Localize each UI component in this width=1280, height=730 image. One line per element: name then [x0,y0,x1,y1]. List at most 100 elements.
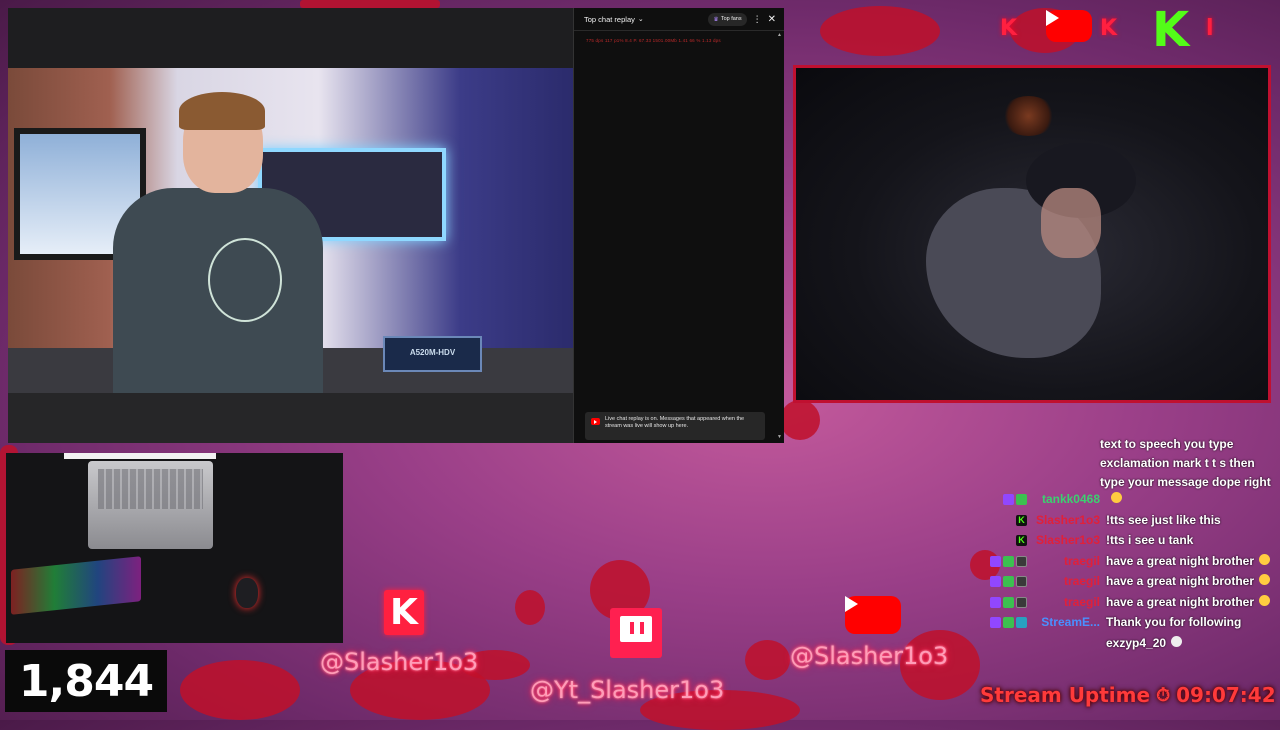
chat-message-text: !tts see just like this [1106,512,1221,527]
kick-icon-small: K [1000,16,1018,41]
stream-chat-overlay: text to speech you type exclamation mark… [985,435,1277,656]
presenter-hair [179,92,265,130]
top-fans-label: Top fans [720,16,742,22]
chat-replay-header: Top chat replay ⌄ ♛ Top fans ⋮ ✕ [574,8,784,31]
check-badge-icon [1003,576,1014,587]
room-webcam [793,65,1271,403]
kick-logo: K [384,590,424,635]
skull-emote-icon [1171,635,1183,647]
chat-username[interactable]: Slasher1o3 [1030,513,1100,527]
notice-text: Live chat replay is on. Messages that ap… [605,416,745,429]
chat-replay-panel: Top chat replay ⌄ ♛ Top fans ⋮ ✕ 775 dps… [573,8,784,443]
chat-message: Slasher1o3 !tts see just like this [985,513,1277,534]
kick-icon-small-3: l [1206,16,1214,41]
chat-message-text: have a great night brother [1106,594,1255,609]
youtube-icon [591,418,600,425]
chat-badges [985,533,1027,546]
mute-badge-icon [1016,596,1027,608]
main-video-player[interactable]: A520M-HDV [8,8,573,443]
chat-message-text: Thank you for following [1106,615,1242,629]
motherboard-box: A520M-HDV [383,336,482,372]
chat-message: StreamE... Thank you for following [985,615,1277,636]
chat-badges [985,492,1027,505]
chat-message: traegil have a great night brother [985,594,1277,616]
chat-message: exzyp4_20 [985,635,1277,657]
twitch-handle: @Yt_Slasher1o3 [530,676,725,704]
mute-badge-icon [1016,555,1027,567]
mute-badge-icon [1016,576,1027,587]
tts-message-line-2: exclamation mark t t s then [1100,456,1255,470]
light-strip [64,453,216,459]
chat-message-text: have a great night brother [1106,574,1255,588]
chat-message: tankk0468 [985,492,1277,513]
top-fans-button[interactable]: ♛ Top fans [708,12,747,26]
kick-handle: @Slasher1o3 [320,648,479,676]
youtube-handle: @Slasher1o3 [790,642,949,670]
check-badge-icon [1016,494,1027,505]
stream-uptime: Stream Uptime ⏱ 09:07:42 [980,683,1276,707]
check-badge-icon [1003,617,1014,628]
twitch-badge-icon [990,576,1001,587]
viewer-count: 1,844 [18,655,154,707]
twitch-badge-icon [1003,494,1014,505]
leg [1041,188,1101,258]
chat-mode-dropdown[interactable]: Top chat replay ⌄ [584,15,644,24]
gaming-mouse [236,578,258,608]
chat-message-text: exzyp4_20 [1106,635,1167,650]
chat-badges [985,574,1027,587]
uptime-time: 09:07:42 [1176,683,1276,707]
chat-message-text: !tts i see u tank [1106,533,1194,547]
smile-emote-icon [1259,594,1271,606]
youtube-logo [845,596,901,634]
close-icon[interactable]: ✕ [768,14,776,25]
viewer-counter: 1,844 [5,650,167,712]
scroll-down-arrow[interactable]: ▼ [777,434,782,440]
chat-badges [985,615,1027,628]
scroll-up-arrow[interactable]: ▲ [777,32,782,38]
wall-art [1001,96,1056,136]
laptop [88,461,213,549]
twitch-logo [610,608,662,658]
timer-icon: ⏱ [1156,684,1171,706]
check-badge-icon [1003,596,1014,608]
chat-username[interactable]: traegil [1030,595,1100,609]
chat-badges [985,595,1027,608]
chat-username[interactable]: traegil [1030,574,1100,588]
more-options-icon[interactable]: ⋮ [753,14,762,25]
chat-message: Slasher1o3 !tts i see u tank [985,533,1277,554]
chat-message: traegil have a great night brother [985,574,1277,595]
chat-replay-notice: Live chat replay is on. Messages that ap… [585,412,765,440]
kick-icon-small-2: K [1100,16,1118,41]
shirt-graphic [208,238,282,322]
chat-badges [985,513,1027,526]
kick-logo-top: K [1152,2,1190,58]
tts-message-line-3: type your message dope right [1100,475,1271,489]
video-letterbox-top [8,8,573,68]
chat-stats-line: 775 dps 117 p1% 8.4 P. 67.33 1501.00Mb 1… [586,38,721,43]
chat-badges [985,554,1027,567]
smile-emote-icon [1111,492,1122,503]
smile-emote-icon [1259,553,1271,565]
chat-username[interactable]: Slasher1o3 [1030,533,1100,547]
chat-username[interactable]: tankk0468 [1030,492,1100,506]
video-letterbox-bottom [8,393,573,443]
video-frame: A520M-HDV [8,68,573,393]
chat-username[interactable]: StreamE... [1030,615,1100,629]
desk-webcam [6,453,343,643]
youtube-logo-top [1046,10,1092,42]
twitch-badge-icon [990,617,1001,628]
presenter [113,92,323,393]
smile-emote-icon [1259,574,1271,585]
bot-badge-icon [1016,617,1027,628]
chat-message-list: tankk0468 Slasher1o3 !tts see just like th… [985,492,1277,656]
chat-message: traegil have a great night brother [985,553,1277,575]
chat-mode-label: Top chat replay [584,14,635,24]
kick-badge-icon [1016,514,1027,526]
crown-icon: ♛ [713,16,719,23]
chat-message-text: have a great night brother [1106,553,1255,568]
twitch-badge-icon [990,555,1001,567]
kick-badge-icon [1016,535,1027,546]
chat-username[interactable]: traegil [1030,554,1100,568]
chevron-down-icon: ⌄ [637,16,644,23]
tts-message-line-1: text to speech you type [1100,437,1234,451]
